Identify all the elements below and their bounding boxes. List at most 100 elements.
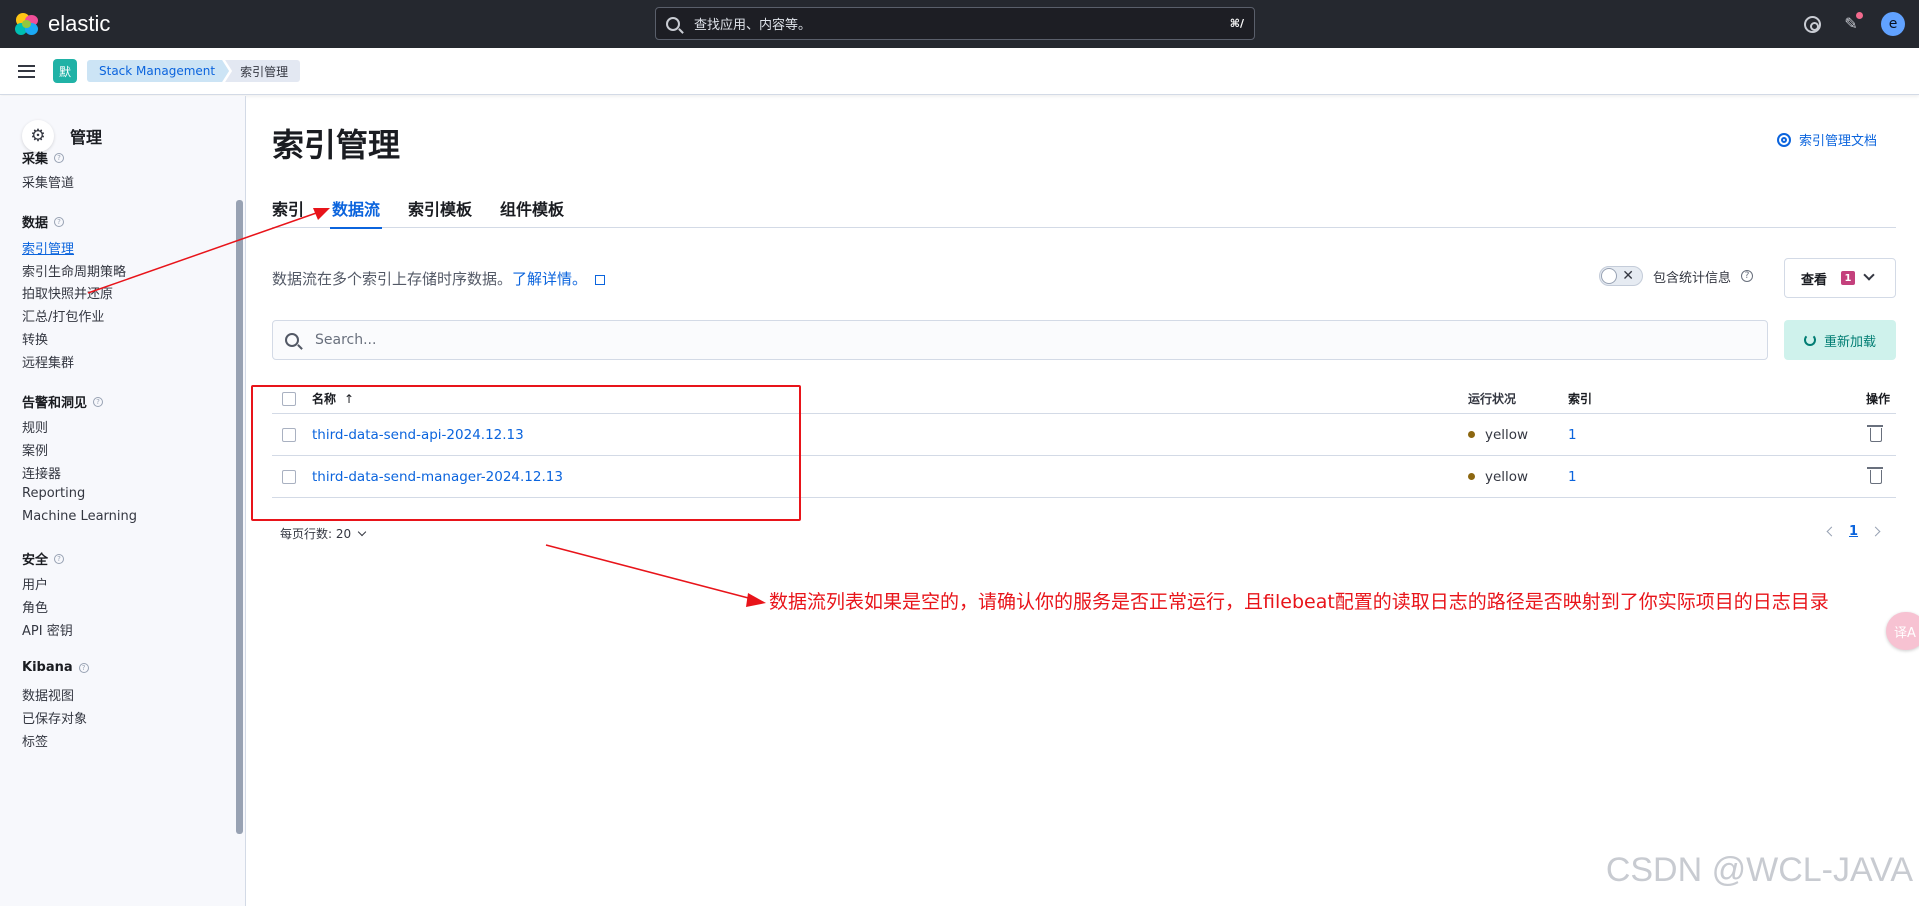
chevron-down-icon [357, 527, 367, 536]
sidebar-item-machine-learning[interactable]: Machine Learning [22, 509, 137, 524]
header-actions: ✎ e [1804, 0, 1905, 48]
chevron-right-icon[interactable] [1870, 526, 1881, 537]
data-stream-search-input[interactable] [313, 331, 1713, 349]
sidebar-item-data-views[interactable]: 数据视图 [22, 685, 74, 704]
page-title: 索引管理 [272, 126, 401, 164]
column-header-actions: 操作 [1866, 392, 1891, 406]
health-label: yellow [1485, 426, 1529, 443]
include-stats-label: 包含统计信息 [1653, 270, 1732, 286]
sidebar-section-kibana: Kibana? [22, 660, 89, 675]
info-icon[interactable]: ? [93, 396, 104, 407]
sidebar-section-data: 数据? [22, 212, 65, 231]
sidebar-item-index-management[interactable]: 索引管理 [22, 238, 74, 257]
refresh-icon [1803, 334, 1816, 346]
trash-icon[interactable] [1867, 467, 1883, 484]
elastic-logo-icon [14, 11, 40, 37]
breadcrumb-bar: 默 Stack Management 索引管理 [0, 48, 1919, 95]
info-icon[interactable]: ? [54, 152, 65, 163]
arrow-to-note [545, 544, 757, 601]
section-label: 数据 [22, 216, 49, 231]
info-icon[interactable]: ? [54, 216, 65, 227]
sidebar-scrollbar[interactable] [236, 200, 243, 834]
section-label: Kibana [22, 660, 73, 675]
include-stats-toggle[interactable]: ✕ [1599, 266, 1643, 286]
lifebuoy-icon [1777, 132, 1791, 147]
trash-icon[interactable] [1867, 425, 1883, 442]
sidebar-item-rules[interactable]: 规则 [22, 417, 48, 436]
sidebar-item-transforms[interactable]: 转换 [22, 329, 48, 348]
top-header: elastic 查找应用、内容等。 ⌘/ ✎ e [0, 0, 1919, 48]
toggle-knob [1601, 268, 1617, 284]
sidebar-section-ingest: 采集? [22, 148, 65, 167]
arrow-head-note [746, 593, 766, 607]
health-dot-icon [1468, 431, 1475, 438]
sidebar-item-roles[interactable]: 角色 [22, 597, 48, 616]
indices-count-link[interactable]: 1 [1568, 469, 1577, 485]
search-icon [666, 16, 680, 31]
page-number[interactable]: 1 [1849, 524, 1858, 539]
sidebar-item-remote-clusters[interactable]: 远程集群 [22, 352, 74, 371]
global-search-input[interactable]: 查找应用、内容等。 ⌘/ [655, 7, 1255, 40]
sidebar-item-users[interactable]: 用户 [22, 574, 48, 593]
menu-toggle-icon[interactable] [18, 64, 35, 78]
view-button[interactable]: 查看 1 [1784, 258, 1896, 298]
column-header-health: 运行状况 [1468, 392, 1517, 406]
sidebar-item-cases[interactable]: 案例 [22, 440, 48, 459]
notification-dot [1856, 12, 1863, 19]
help-icon[interactable]: ? [1741, 270, 1754, 282]
close-icon: ✕ [1622, 268, 1634, 284]
chevron-down-icon [1863, 269, 1875, 281]
sidebar-item-reporting[interactable]: Reporting [22, 486, 85, 501]
include-stats-control: ✕ 包含统计信息 ? [1599, 266, 1754, 286]
tab-bar: 索引 数据流 索引模板 组件模板 [272, 192, 1896, 229]
watermark: CSDN @WCL-JAVA [1605, 851, 1913, 889]
view-button-label: 查看 [1801, 272, 1828, 288]
column-header-indices: 索引 [1568, 392, 1593, 406]
indices-count-link[interactable]: 1 [1568, 427, 1577, 443]
sidebar-item-api-keys[interactable]: API 密钥 [22, 620, 73, 639]
rows-per-page-label: 每页行数: 20 [280, 527, 352, 541]
sidebar-item-connectors[interactable]: 连接器 [22, 463, 61, 482]
search-shortcut-hint: ⌘/ [1229, 17, 1244, 30]
info-icon[interactable]: ? [78, 662, 89, 673]
sidebar-section-alerts-insights: 告警和洞见? [22, 392, 104, 411]
learn-more-link[interactable]: 了解详情。 [512, 270, 587, 288]
news-feed-icon[interactable]: ✎ [1841, 12, 1863, 34]
sidebar-item-saved-objects[interactable]: 已保存对象 [22, 708, 87, 727]
help-icon[interactable] [1804, 15, 1821, 33]
management-sidebar: ⚙ 管理 采集? 采集管道 数据? 索引管理 索引生命周期策略 拍取快照并还原 … [0, 96, 246, 906]
brand-name: elastic [48, 11, 111, 36]
translate-button[interactable]: 译A [1886, 612, 1919, 650]
external-link-icon [595, 275, 606, 285]
section-label: 安全 [22, 553, 49, 568]
health-dot-icon [1468, 473, 1475, 480]
section-label: 采集 [22, 152, 49, 167]
docs-link-label: 索引管理文档 [1799, 134, 1878, 149]
rows-per-page-select[interactable]: 每页行数: 20 [280, 525, 367, 542]
tab-index-templates[interactable]: 索引模板 [408, 192, 472, 228]
annotation-note: 数据流列表如果是空的，请确认你的服务是否正常运行，且filebeat配置的读取日… [769, 591, 1829, 613]
pagination: 1 [1826, 524, 1881, 539]
breadcrumb-stack-management[interactable]: Stack Management [87, 60, 229, 82]
description-text: 数据流在多个索引上存储时序数据。 [272, 270, 513, 288]
info-icon[interactable]: ? [54, 553, 65, 564]
sidebar-section-security: 安全? [22, 549, 65, 568]
reload-button[interactable]: 重新加载 [1784, 320, 1896, 360]
chevron-left-icon[interactable] [1826, 526, 1837, 537]
space-selector[interactable]: 默 [53, 59, 77, 83]
sidebar-item-ingest-pipelines[interactable]: 采集管道 [22, 172, 74, 191]
sidebar-item-ilm-policies[interactable]: 索引生命周期策略 [22, 261, 126, 280]
breadcrumb-index-management: 索引管理 [225, 60, 301, 82]
docs-link[interactable]: 索引管理文档 [1777, 130, 1877, 149]
user-avatar[interactable]: e [1881, 12, 1905, 36]
data-stream-description: 数据流在多个索引上存储时序数据。了解详情。 [272, 268, 606, 289]
tab-indices[interactable]: 索引 [272, 192, 304, 228]
sidebar-item-rollup-jobs[interactable]: 汇总/打包作业 [22, 306, 104, 325]
section-label: 告警和洞见 [22, 396, 88, 411]
elastic-logo[interactable]: elastic [14, 11, 110, 37]
tab-data-streams[interactable]: 数据流 [330, 192, 383, 229]
sidebar-item-snapshot-restore[interactable]: 拍取快照并还原 [22, 283, 113, 302]
sidebar-item-tags[interactable]: 标签 [22, 731, 48, 750]
tab-component-templates[interactable]: 组件模板 [500, 192, 564, 228]
breadcrumb: Stack Management 索引管理 [87, 60, 301, 82]
